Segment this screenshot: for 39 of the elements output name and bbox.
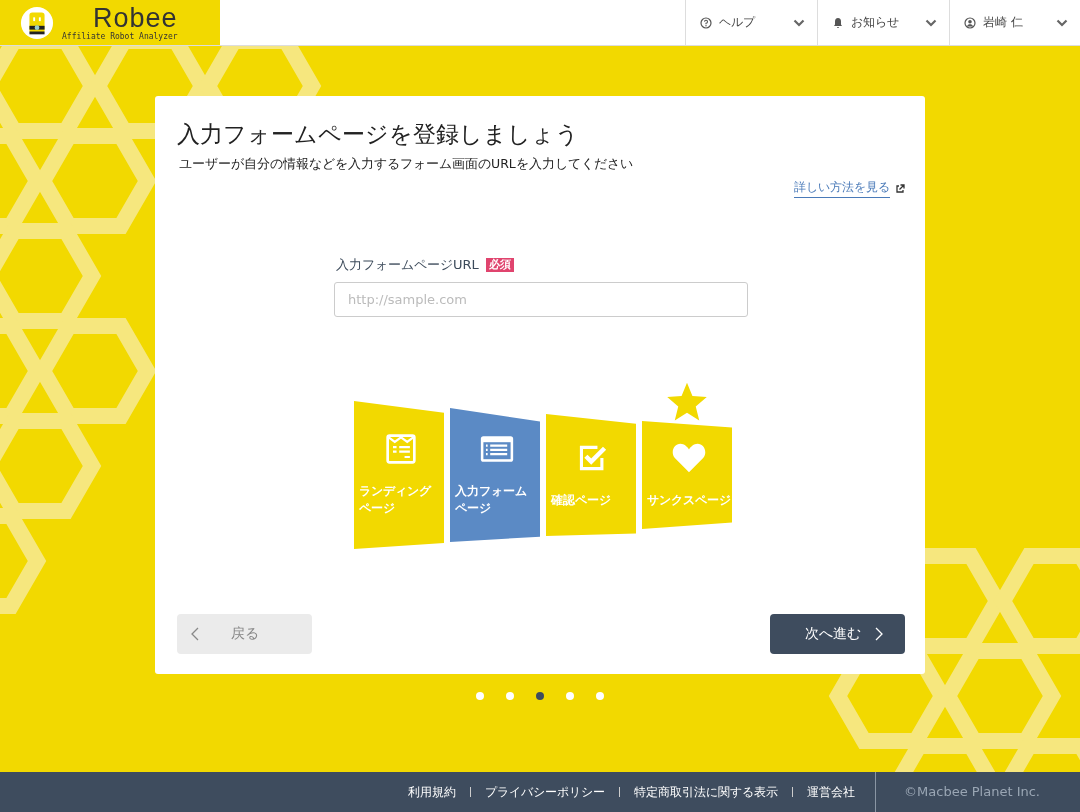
footer-link[interactable]: 特定商取引法に関する表示 [634,783,779,801]
copyright-text: ©Macbee Planet Inc. [875,772,1080,812]
step-label: サンクスページ [647,491,731,509]
page-title: 入力フォームページを登録しましょう [177,120,580,149]
help-icon [700,16,712,29]
pager-dot[interactable] [536,692,544,700]
chevron-down-icon [925,18,937,27]
required-badge: 必須 [485,258,514,272]
pager-dot[interactable] [506,692,514,700]
logo-wordmark: Robee [93,4,178,32]
pager-dot[interactable] [476,692,484,700]
step-label: ページ [359,500,395,517]
external-link-icon [895,183,905,194]
step-label: ランディング [359,483,431,500]
footer-link[interactable]: 利用規約 [408,783,457,801]
chevron-right-icon [874,627,883,641]
page-subtitle: ユーザーが自分の情報などを入力するフォーム画面のURLを入力してください [179,156,634,173]
logo-tagline: Affiliate Robot Analyzer [62,32,178,41]
user-icon [964,16,976,29]
help-link[interactable]: 詳しい方法を見る [794,179,890,198]
pager-dot[interactable] [566,692,574,700]
field-label: 入力フォームページURL [336,256,479,274]
document-icon [383,433,418,465]
step-label: 確認ページ [551,491,611,509]
bell-icon [832,16,844,29]
star-icon [666,381,708,423]
heart-icon [671,441,706,474]
footer-link[interactable]: 運営会社 [807,783,856,801]
chevron-down-icon [793,18,805,27]
list-window-icon [479,433,514,465]
pager-dot[interactable] [596,692,604,700]
next-button[interactable]: 次へ進む [770,614,905,654]
step-label: 入力フォーム [455,483,527,500]
step-label: ページ [455,500,491,517]
chevron-left-icon [191,627,199,641]
footer-link[interactable]: プライバシーポリシー [485,783,606,801]
robot-logo-icon[interactable] [20,5,54,40]
url-input-field[interactable]: http://sample.com [334,282,748,317]
chevron-down-icon [1056,18,1068,27]
